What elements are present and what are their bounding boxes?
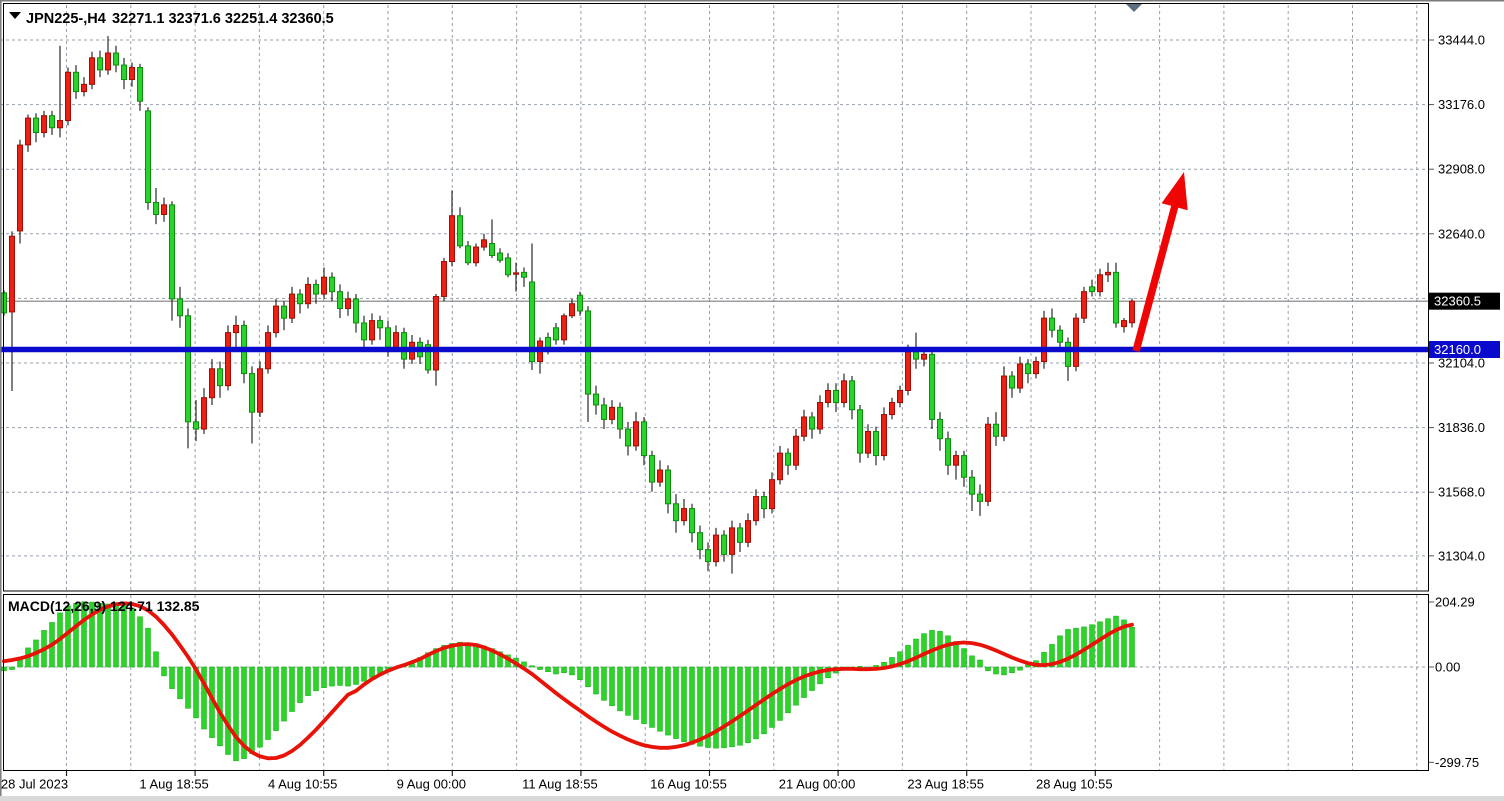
time-axis[interactable] <box>4 771 1428 795</box>
macd-pane[interactable] <box>4 594 1428 771</box>
window-bottom-strip <box>0 796 1504 801</box>
main-chart-pane[interactable] <box>4 4 1428 591</box>
price-axis[interactable] <box>1429 4 1504 771</box>
mt4-chart-window: 33444.033176.032908.032640.032104.031836… <box>0 0 1504 801</box>
trading-chart: 33444.033176.032908.032640.032104.031836… <box>0 0 1504 801</box>
